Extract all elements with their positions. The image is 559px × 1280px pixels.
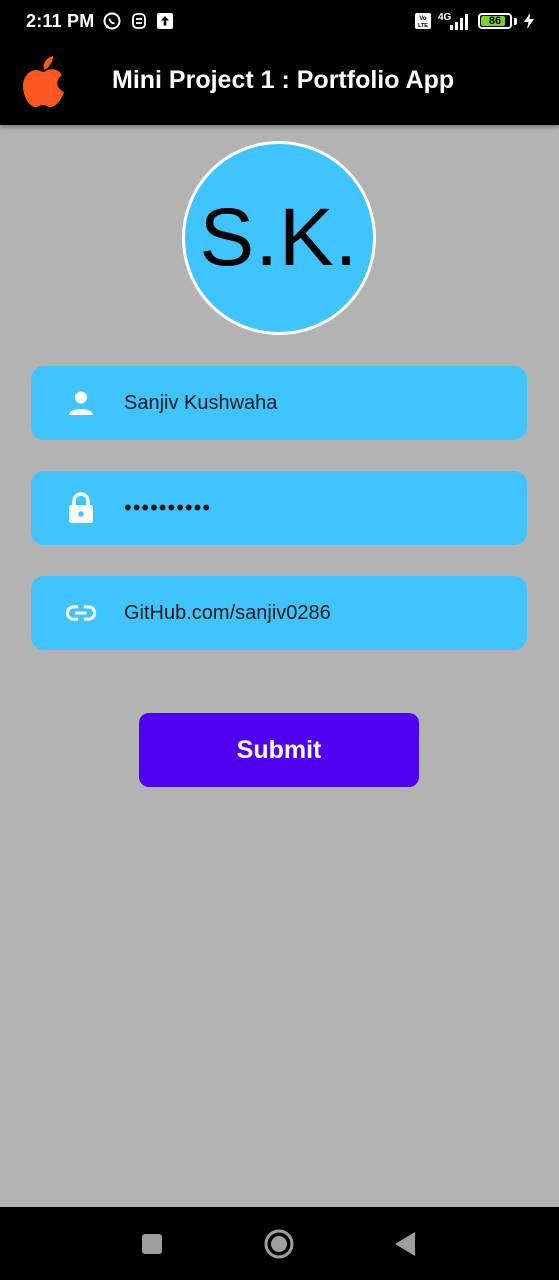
whatsapp-icon [102, 11, 122, 31]
notification-icon [130, 11, 148, 31]
lock-icon [65, 492, 97, 524]
status-icons-left [102, 11, 174, 31]
status-right: Vo LTE 4G 86 [414, 11, 535, 31]
status-bar: 2:11 PM Vo LTE 4G 86 [0, 0, 559, 42]
charging-icon [523, 12, 535, 30]
navigation-bar [0, 1207, 559, 1280]
battery-tip [514, 17, 517, 25]
avatar: S.K. [182, 141, 376, 335]
back-icon[interactable] [393, 1231, 417, 1257]
person-icon [65, 387, 97, 419]
password-field[interactable] [31, 471, 527, 545]
app-title: Mini Project 1 : Portfolio App [112, 66, 455, 94]
svg-text:LTE: LTE [418, 23, 428, 29]
apple-icon [22, 56, 66, 113]
svg-text:Vo: Vo [419, 16, 427, 22]
signal-icon: 4G [438, 11, 472, 31]
app-bar: Mini Project 1 : Portfolio App [0, 42, 559, 125]
github-input[interactable] [124, 576, 507, 650]
submit-button[interactable]: Submit [139, 713, 419, 787]
name-field[interactable] [31, 366, 527, 440]
status-time: 2:11 PM [26, 10, 95, 31]
network-type: 4G [438, 12, 452, 23]
volte-icon: Vo LTE [414, 12, 432, 30]
battery-level: 86 [488, 15, 502, 27]
name-input[interactable] [124, 366, 507, 440]
link-icon [65, 597, 97, 629]
upload-icon [156, 12, 174, 30]
avatar-initials: S.K. [199, 192, 359, 283]
recent-apps-icon[interactable] [141, 1233, 163, 1255]
github-field[interactable] [31, 576, 527, 650]
home-icon[interactable] [263, 1228, 295, 1260]
password-input[interactable] [124, 471, 507, 545]
status-left: 2:11 PM [26, 11, 174, 32]
battery-icon: 86 [478, 13, 512, 29]
